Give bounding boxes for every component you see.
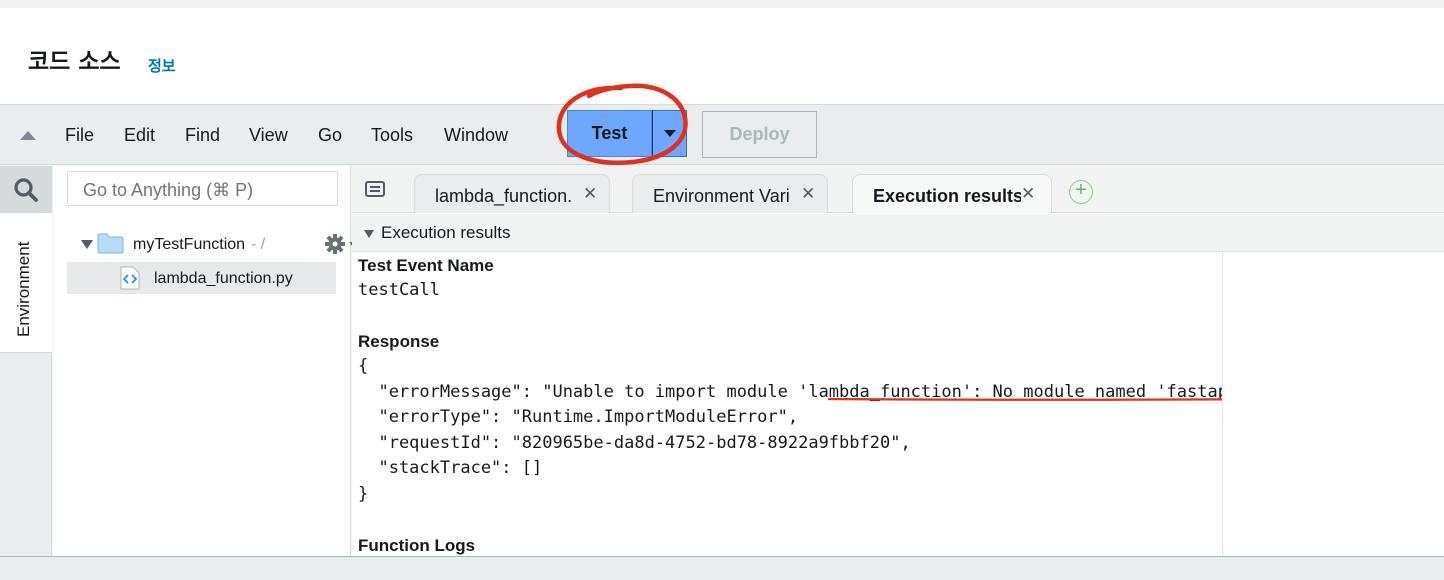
root-folder-name: myTestFunction [133, 236, 246, 253]
response-line: "stackTrace": [] [358, 458, 543, 478]
go-to-anything-input[interactable] [67, 171, 338, 206]
test-event-label: Test Event Name [358, 256, 494, 275]
root-folder-path: - / [251, 236, 266, 253]
section-header: 코드 소스 정보 [0, 0, 1444, 104]
status-bar [0, 556, 1444, 580]
test-dropdown-button[interactable] [652, 110, 687, 157]
collapse-up-icon[interactable] [20, 131, 36, 140]
search-panel-toggle[interactable] [0, 166, 52, 213]
menu-go[interactable]: Go [318, 125, 342, 146]
response-line: "requestId": "820965be-da8d-4752-bd78-89… [358, 433, 911, 453]
editor-area: lambda_function. ✕ Environment Vari ✕ Ex… [352, 166, 1444, 556]
environment-tab[interactable]: Environment [0, 213, 52, 353]
tab-label: lambda_function. [435, 186, 573, 206]
response-line: } [358, 484, 369, 504]
add-tab-icon[interactable]: + [1069, 180, 1093, 204]
tab-environment-variables[interactable]: Environment Vari ✕ [632, 174, 828, 213]
tab-label: Environment Vari [653, 186, 790, 206]
deploy-button[interactable]: Deploy [702, 111, 817, 158]
response-label: Response [358, 332, 440, 351]
close-icon[interactable]: ✕ [801, 184, 815, 204]
menu-tools[interactable]: Tools [371, 125, 413, 146]
environment-tab-label: Environment [14, 241, 33, 337]
test-button-group: Test [567, 110, 687, 157]
execution-results-body: Test Event Name testCall Response { "err… [352, 252, 1223, 556]
execution-results-title: Execution results [381, 223, 511, 242]
tab-label: Execution results [873, 186, 1021, 206]
menu-find[interactable]: Find [185, 125, 220, 146]
code-file-icon [120, 266, 140, 290]
response-line: "errorType": "Runtime.ImportModuleError"… [358, 407, 799, 427]
menu-window[interactable]: Window [444, 125, 508, 146]
menu-view[interactable]: View [249, 125, 288, 146]
search-icon [14, 177, 38, 202]
test-button[interactable]: Test [567, 110, 652, 157]
menu-file[interactable]: File [65, 125, 94, 146]
close-icon[interactable]: ✕ [583, 184, 597, 204]
left-rail: Environment [0, 166, 52, 556]
file-item-lambda-function[interactable]: lambda_function.py [67, 262, 336, 294]
tab-execution-results[interactable]: Execution results ✕ [852, 174, 1052, 213]
response-line: "errorMessage": "Unable to import module… [358, 382, 1223, 402]
response-line: { [358, 356, 369, 376]
tab-list-icon[interactable] [365, 181, 387, 199]
menu-edit[interactable]: Edit [124, 125, 155, 146]
chevron-down-icon [663, 130, 676, 137]
execution-results-header[interactable]: Execution results [352, 214, 1444, 252]
caret-down-icon[interactable] [81, 240, 93, 249]
folder-icon [97, 233, 124, 254]
tab-bar: lambda_function. ✕ Environment Vari ✕ Ex… [352, 166, 1444, 213]
close-icon[interactable]: ✕ [1021, 184, 1035, 204]
caret-down-icon[interactable] [364, 230, 374, 238]
file-explorer: myTestFunction - / [53, 166, 355, 556]
tree-root-folder[interactable]: myTestFunction - / [81, 232, 355, 258]
file-name: lambda_function.py [154, 270, 293, 287]
tab-lambda-function[interactable]: lambda_function. ✕ [414, 174, 610, 213]
function-logs-label: Function Logs [358, 536, 476, 555]
test-event-value: testCall [358, 280, 440, 300]
page-title: 코드 소스 [28, 49, 121, 75]
info-link[interactable]: 정보 [148, 55, 176, 76]
